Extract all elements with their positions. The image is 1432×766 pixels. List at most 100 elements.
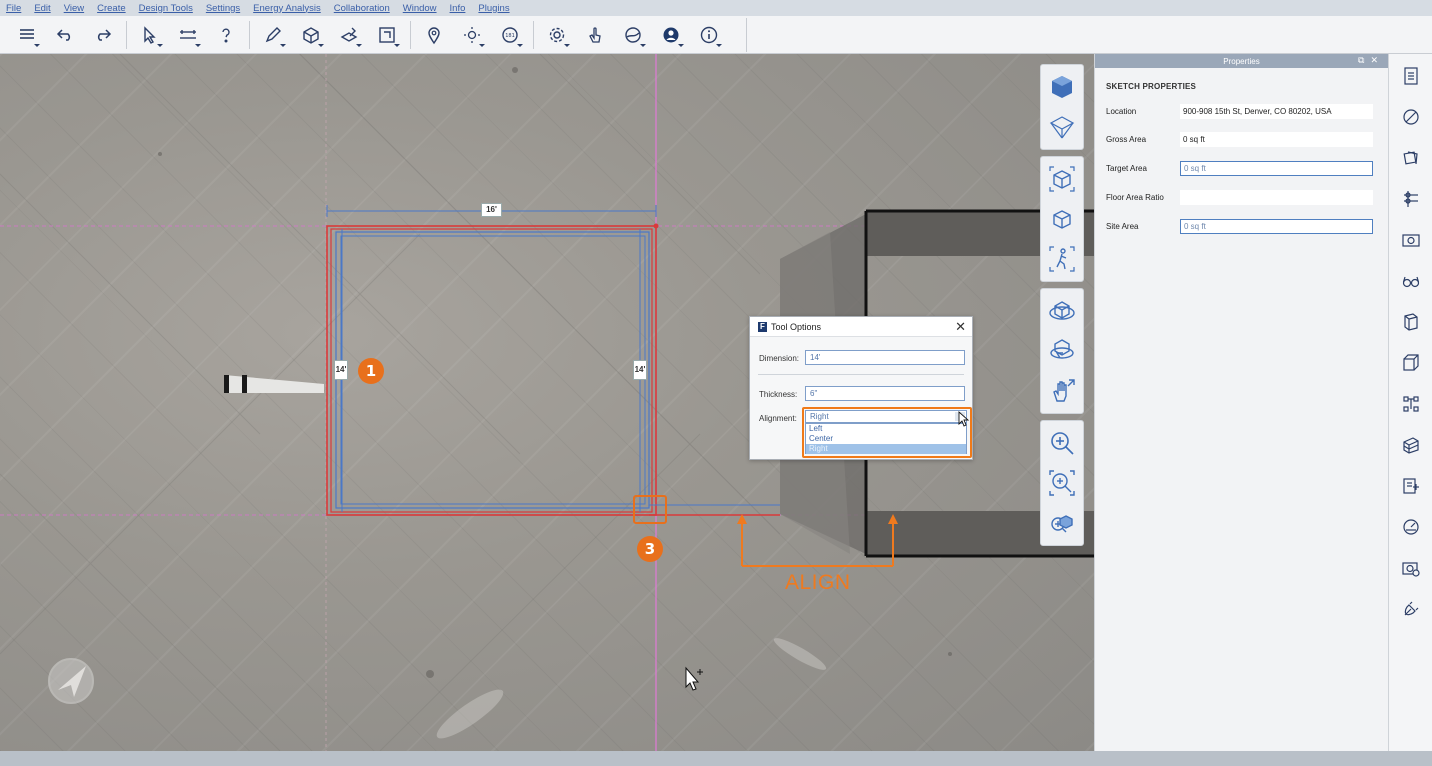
menu-plugins[interactable]: Plugins [478,3,509,14]
properties-icon[interactable] [1399,64,1423,88]
menu-energy-analysis[interactable]: Energy Analysis [253,3,321,14]
orbit-group [1040,288,1084,414]
callout-1: 1 [358,358,384,384]
sheet-icon[interactable]: 181 [491,20,529,50]
properties-title: Properties [1223,56,1260,66]
dimension-label-left[interactable]: 14' [334,360,348,380]
toolbar-separator [533,20,534,49]
menu-create[interactable]: Create [97,3,126,14]
toolbar-end-separator [746,18,747,52]
style-icon[interactable] [1399,146,1423,170]
walk-view-icon[interactable] [1041,239,1083,279]
layers-icon[interactable] [1399,433,1423,457]
menu-bar: File Edit View Create Design Tools Setti… [0,0,1432,16]
undo-icon[interactable] [46,20,84,50]
property-value: 0 sq ft [1180,132,1373,147]
thickness-field[interactable]: 6" [805,386,965,401]
status-bar [0,751,1432,766]
materials-icon[interactable] [1399,105,1423,129]
right-sidebar [1388,54,1432,751]
toolbar-separator [410,20,411,49]
dialog-title: Tool Options [771,321,822,332]
perspective-view-icon[interactable] [1041,159,1083,199]
info-icon[interactable] [690,20,728,50]
menu-file[interactable]: File [6,3,21,14]
add-plane-icon[interactable] [368,20,406,50]
add-mass-icon[interactable] [292,20,330,50]
menu-collaboration[interactable]: Collaboration [334,3,390,14]
properties-header: Properties ⧉✕ [1095,54,1388,68]
svg-text:181: 181 [505,33,515,39]
zoom-extents-icon[interactable] [1041,503,1083,543]
dimension-label-top[interactable]: 16' [481,203,502,217]
location-icon[interactable] [415,20,453,50]
toolbar-separator [126,20,127,49]
property-label: Gross Area [1106,135,1147,144]
dashboard-icon[interactable] [1399,515,1423,539]
zoom-group [1040,420,1084,546]
levels-icon[interactable] [1399,187,1423,211]
main-toolbar: 181 [0,16,1432,54]
property-label: Location [1106,107,1137,116]
dimension-label-right[interactable]: 14' [633,360,647,380]
wall-tool-icon[interactable] [169,20,207,50]
menu-window[interactable]: Window [403,3,437,14]
render-icon[interactable] [1399,556,1423,580]
redo-icon[interactable] [84,20,122,50]
property-row-target-area: Target Area 0 sq ft [1106,161,1376,177]
dimension-field[interactable]: 14' [805,350,965,365]
callout-3: 3 [637,536,663,562]
menu-view[interactable]: View [64,3,84,14]
sun-icon[interactable] [453,20,491,50]
web-icon[interactable] [614,20,652,50]
settings-icon[interactable] [538,20,576,50]
pan-icon[interactable] [1041,371,1083,411]
tree-icon[interactable] [1399,392,1423,416]
zoom-icon[interactable] [1041,423,1083,463]
thickness-label: Thickness: [759,390,798,399]
sketch-icon[interactable] [254,20,292,50]
property-value: 900-908 15th St, Denver, CO 80202, USA [1180,104,1373,119]
box-icon[interactable] [1399,351,1423,375]
menu-design-tools[interactable]: Design Tools [139,3,193,14]
property-row-floor-area-ratio: Floor Area Ratio [1106,190,1376,206]
glasses-icon[interactable] [1399,269,1423,293]
target-area-input[interactable]: 0 sq ft [1180,161,1373,176]
properties-panel: Properties ⧉✕ SKETCH PROPERTIES Location… [1094,54,1388,751]
navigation-column [1040,64,1084,552]
plugin-icon[interactable] [1399,597,1423,621]
orbit-icon[interactable] [1041,291,1083,331]
panel-window-controls[interactable]: ⧉✕ [1358,55,1384,66]
alignment-label: Alignment: [759,414,797,423]
hint-icon[interactable] [207,20,245,50]
navigation-menu-icon[interactable] [8,20,46,50]
menu-settings[interactable]: Settings [206,3,240,14]
components-icon[interactable] [1399,310,1423,334]
scenes-icon[interactable] [1399,228,1423,252]
add-level-icon[interactable] [330,20,368,50]
close-icon[interactable]: ✕ [955,320,966,333]
section-title: SKETCH PROPERTIES [1106,82,1197,91]
view-cube-icon[interactable] [1041,67,1083,107]
grid-cube-icon[interactable] [1041,107,1083,147]
property-label: Target Area [1106,164,1147,173]
notes-icon[interactable] [1399,474,1423,498]
property-label: Site Area [1106,222,1139,231]
view-modes-group [1040,156,1084,282]
property-label: Floor Area Ratio [1106,193,1164,202]
formit-logo-icon: F [758,321,767,332]
menu-edit[interactable]: Edit [34,3,50,14]
touch-icon[interactable] [576,20,614,50]
menu-info[interactable]: Info [450,3,466,14]
pointer-cursor-icon [958,411,970,427]
look-around-icon[interactable] [1041,331,1083,371]
select-icon[interactable] [131,20,169,50]
account-icon[interactable] [652,20,690,50]
site-area-input[interactable]: 0 sq ft [1180,219,1373,234]
dialog-divider [758,374,964,375]
home-view-icon[interactable] [1041,199,1083,239]
toolbar-separator [249,20,250,49]
zoom-window-icon[interactable] [1041,463,1083,503]
property-row-location: Location 900-908 15th St, Denver, CO 802… [1106,104,1376,120]
property-value [1180,190,1373,205]
